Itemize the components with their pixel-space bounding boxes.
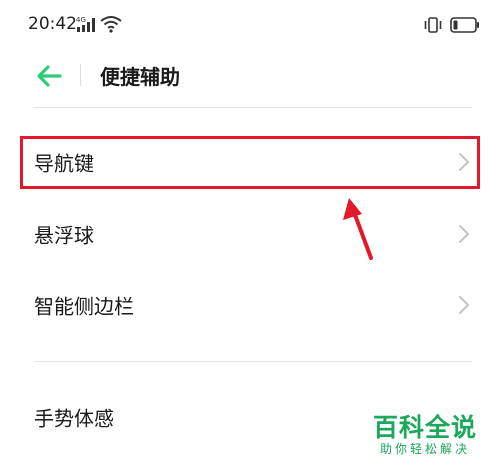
menu-item-label: 智能侧边栏 bbox=[34, 294, 134, 319]
signal-4g-icon: 4G bbox=[76, 16, 95, 32]
watermark-logo: 百科全说 助你轻松解决 bbox=[360, 414, 490, 458]
watermark-title: 百科全说 bbox=[372, 413, 477, 442]
svg-text:4G: 4G bbox=[76, 16, 86, 24]
menu-item-navigation-keys[interactable]: 导航键 bbox=[0, 132, 500, 192]
status-bar: 20:42 4G bbox=[0, 0, 500, 52]
header-divider bbox=[80, 64, 81, 86]
menu-item-smart-sidebar[interactable]: 智能侧边栏 bbox=[0, 275, 500, 335]
vibrate-icon bbox=[424, 17, 442, 33]
status-time: 20:42 bbox=[28, 14, 77, 34]
menu-item-label: 手势体感 bbox=[34, 406, 114, 431]
wifi-icon bbox=[100, 16, 122, 33]
menu-item-label: 悬浮球 bbox=[34, 223, 94, 248]
page-title: 便捷辅助 bbox=[100, 65, 180, 89]
menu-item-floating-ball[interactable]: 悬浮球 bbox=[0, 204, 500, 264]
chevron-right-icon bbox=[459, 153, 469, 171]
chevron-right-icon bbox=[459, 225, 469, 243]
section-separator bbox=[34, 361, 472, 362]
watermark-subtitle: 助你轻松解决 bbox=[379, 442, 470, 456]
chevron-right-icon bbox=[459, 296, 469, 314]
header-separator bbox=[34, 107, 472, 108]
header: 便捷辅助 bbox=[0, 52, 500, 100]
menu-item-label: 导航键 bbox=[34, 151, 94, 176]
arrow-left-icon[interactable] bbox=[34, 62, 64, 90]
battery-icon bbox=[450, 17, 479, 33]
